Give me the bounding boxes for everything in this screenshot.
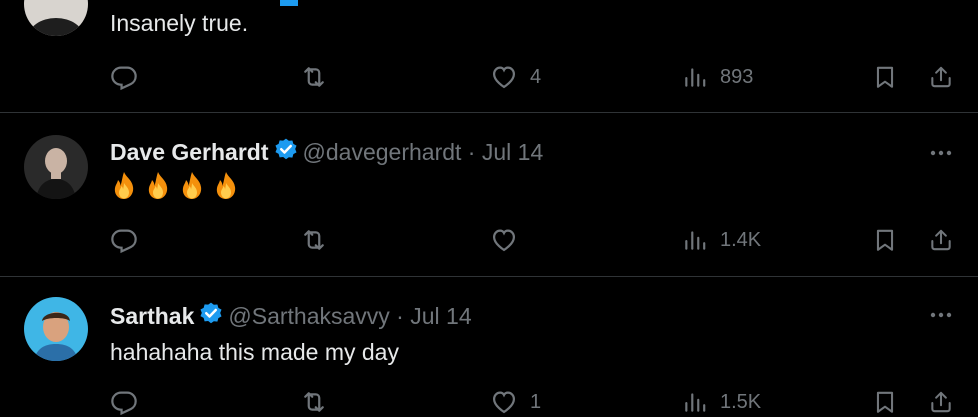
reply-icon [110,226,138,254]
reply-icon [110,388,138,416]
reply-button[interactable] [110,225,138,255]
share-button[interactable] [928,225,954,255]
bookmark-icon [872,388,898,416]
tweet-header: Sarthak @Sarthaksavvy · Jul 14 [110,301,472,333]
retweet-button[interactable] [300,387,328,417]
tweet-date[interactable]: Jul 14 [410,303,471,329]
tweet-text: hahahaha this made my day [110,339,399,365]
verified-icon [198,301,224,333]
fire-emoji [110,171,138,201]
retweet-icon [300,63,328,91]
like-count: 4 [530,65,542,88]
reply-button[interactable] [110,387,138,417]
like-button[interactable]: 4 [490,62,541,92]
author-handle[interactable]: @davegerhardt [303,139,462,165]
analytics-icon [682,64,708,90]
fire-emoji [212,171,240,201]
ellipsis-icon [930,150,952,156]
author-name[interactable]: Sarthak [110,303,194,329]
avatar[interactable] [24,0,88,36]
reply-icon [110,63,138,91]
bookmark-icon [872,63,898,91]
share-icon [928,388,954,416]
share-button[interactable] [928,387,954,417]
like-button[interactable]: 1 [490,387,541,417]
separator: · [396,303,404,329]
like-button[interactable] [490,225,518,255]
separator: · [467,139,476,165]
tweet-text: Insanely true. [110,10,249,36]
tweet-1[interactable]: Insanely true. 4 893 [0,0,978,112]
retweet-icon [300,226,328,254]
analytics-icon [682,227,708,253]
avatar[interactable] [24,297,88,361]
views-button[interactable]: 893 [682,62,753,92]
author-name[interactable]: Dave Gerhardt [110,139,269,165]
verified-icon [273,137,299,169]
more-options-button[interactable] [926,141,958,165]
fire-emoji [178,171,206,201]
author-handle[interactable]: @Sarthaksavvy [228,303,389,329]
ellipsis-icon [930,312,952,318]
views-button[interactable]: 1.4K [682,225,761,255]
avatar[interactable] [24,135,88,199]
retweet-button[interactable] [300,225,328,255]
like-count: 1 [530,390,542,413]
retweet-icon [300,388,328,416]
tweet-date[interactable]: Jul 14 [482,139,543,165]
views-count: 893 [720,65,754,88]
tweet-3[interactable]: Sarthak @Sarthaksavvy · Jul 14 hahahaha t… [0,277,978,400]
heart-icon [490,388,518,416]
heart-icon [490,63,518,91]
retweet-button[interactable] [300,62,328,92]
views-count: 1.4K [720,228,762,251]
tweet-header: Dave Gerhardt @davegerhardt · Jul 14 [110,137,543,169]
verified-icon [280,0,298,6]
views-button[interactable]: 1.5K [682,387,761,417]
share-icon [928,226,954,254]
analytics-icon [682,389,708,415]
reply-button[interactable] [110,62,138,92]
bookmark-icon [872,226,898,254]
bookmark-button[interactable] [872,62,898,92]
views-count: 1.5K [720,390,762,413]
more-options-button[interactable] [926,303,958,327]
bookmark-button[interactable] [872,387,898,417]
heart-icon [490,226,518,254]
tweet-text [110,171,246,207]
share-button[interactable] [928,62,954,92]
fire-emoji [144,171,172,201]
tweet-2[interactable]: Dave Gerhardt @davegerhardt · Jul 14 1.4K [0,113,978,276]
bookmark-button[interactable] [872,225,898,255]
share-icon [928,63,954,91]
